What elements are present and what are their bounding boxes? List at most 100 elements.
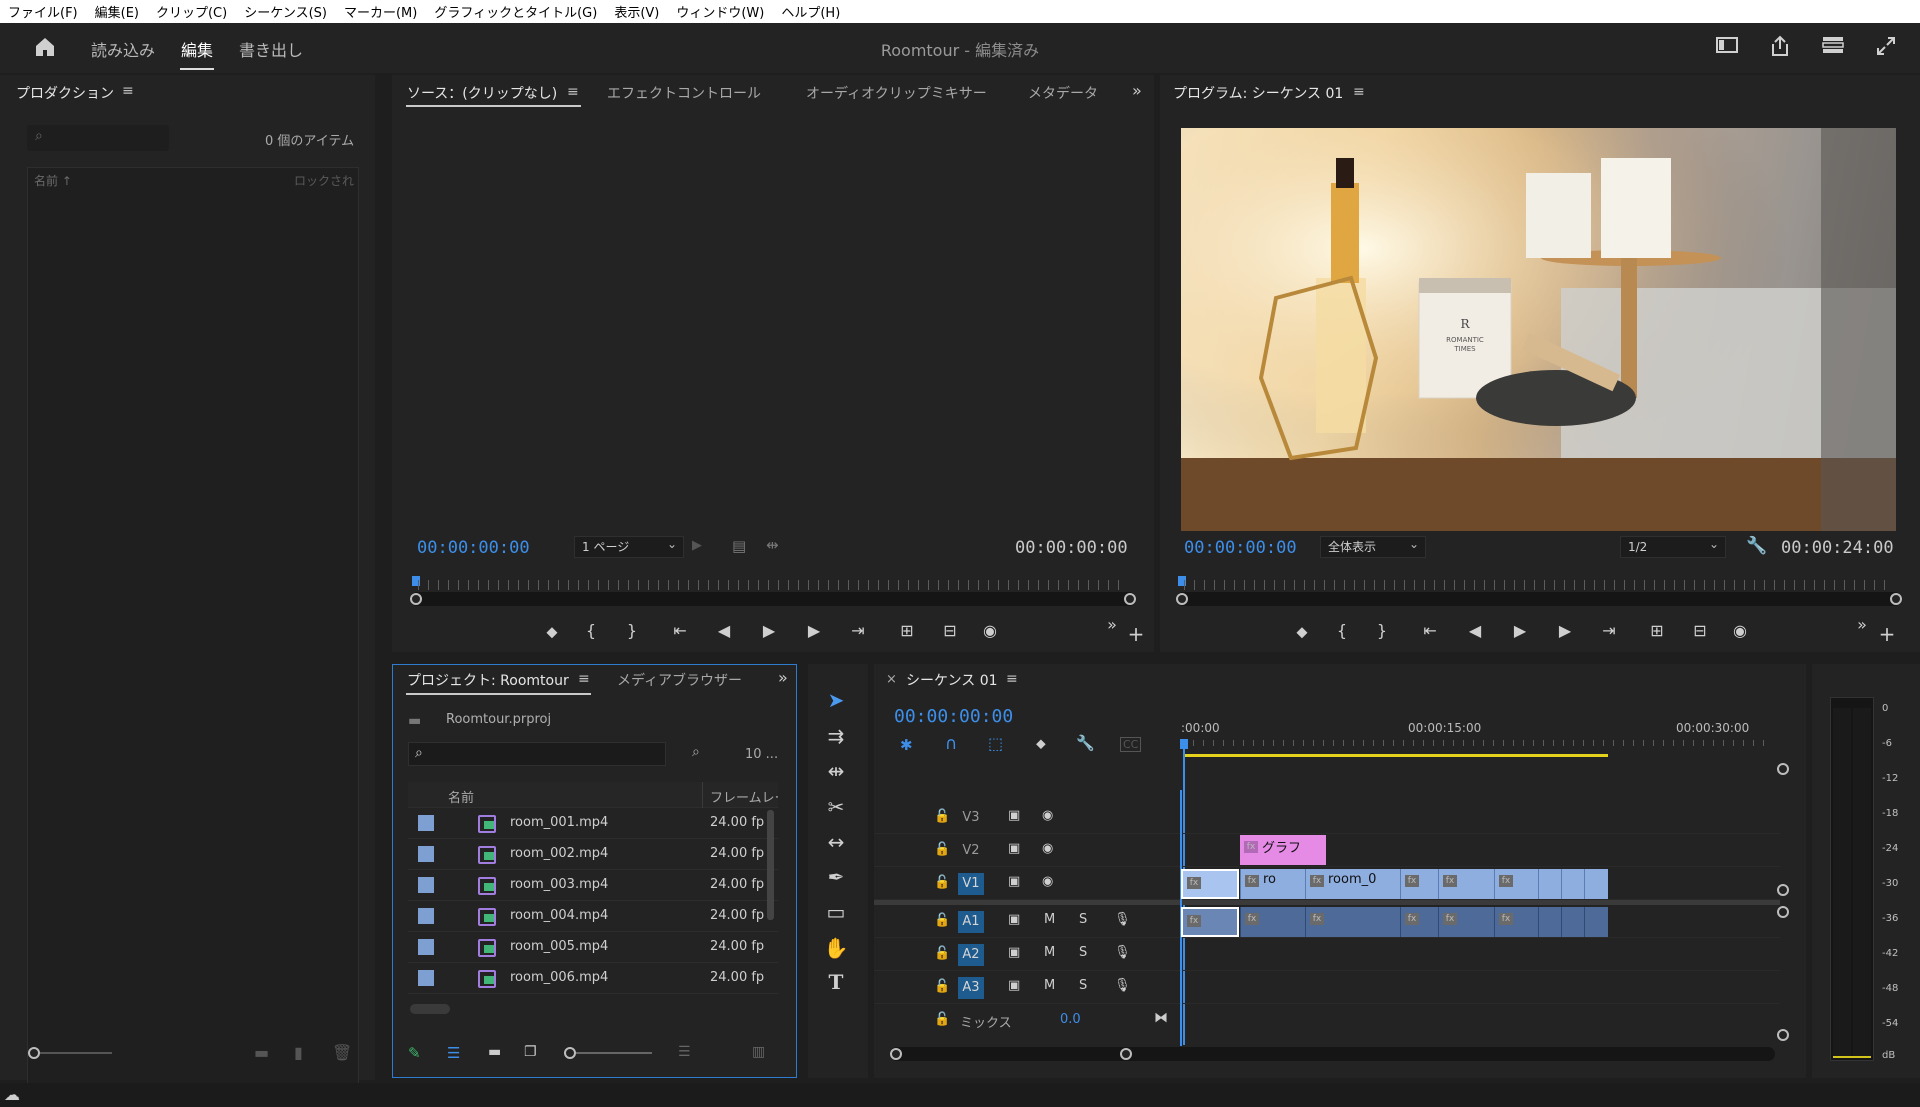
sequence-menu-icon[interactable]: ≡	[1006, 671, 1018, 687]
sync-lock-icon[interactable]: ▣	[1008, 945, 1020, 960]
zoom-slider-track[interactable]	[40, 1052, 112, 1054]
project-horizontal-scrollbar[interactable]	[410, 1004, 450, 1014]
program-lift-icon[interactable]: ⊞	[1645, 621, 1669, 640]
snap-magnet-icon[interactable]: ∩	[945, 734, 957, 754]
source-drag-icon[interactable]: ⇹	[766, 536, 779, 554]
find-icon[interactable]: ⌕	[692, 744, 700, 760]
audio-clip[interactable]: fx	[1305, 907, 1400, 937]
source-add-marker-icon[interactable]: ⬥	[540, 622, 564, 642]
workspaces-icon[interactable]	[1820, 35, 1846, 61]
program-extract-icon[interactable]: ⊟	[1688, 621, 1712, 640]
program-add-button-icon[interactable]: +	[1875, 622, 1899, 646]
audio-clip[interactable]: fx	[1400, 907, 1438, 937]
track-label-v1[interactable]: V1	[958, 873, 984, 895]
sync-lock-icon[interactable]: ▣	[1008, 874, 1020, 889]
audio-clip[interactable]	[1584, 907, 1608, 937]
more-tabs-icon[interactable]: »	[1132, 81, 1142, 100]
lock-icon[interactable]: 🔓	[934, 842, 950, 857]
program-more-controls-icon[interactable]: »	[1850, 615, 1874, 634]
slip-tool-icon[interactable]: ↔	[822, 828, 850, 856]
video-clip[interactable]: fx	[1438, 869, 1494, 899]
program-step-forward-icon[interactable]: ▶	[1553, 621, 1577, 640]
project-col-name[interactable]: 名前	[448, 787, 474, 806]
track-select-tool-icon[interactable]: ⇉	[822, 722, 850, 750]
audio-scroll-top-knob[interactable]	[1777, 906, 1789, 918]
list-item[interactable]: room_004.mp4 24.00 fp	[408, 901, 778, 932]
program-time-ruler[interactable]	[1184, 580, 1894, 590]
pen-tool-icon[interactable]: ✒	[822, 863, 850, 891]
source-menu-icon[interactable]: ≡	[567, 84, 579, 100]
list-view-icon[interactable]: ☰	[447, 1044, 460, 1062]
sequence-tab[interactable]: シーケンス 01	[906, 670, 998, 690]
item-checkbox[interactable]	[418, 846, 434, 862]
audio-clip[interactable]: fx	[1438, 907, 1494, 937]
menu-edit[interactable]: 編集(E)	[87, 2, 148, 21]
linked-selection-icon[interactable]: ⬚	[988, 734, 1003, 753]
track-label-a2[interactable]: A2	[958, 944, 984, 966]
production-menu-icon[interactable]: ≡	[122, 83, 134, 99]
audio-clip[interactable]: fx	[1494, 907, 1538, 937]
mic-icon[interactable]: 🎙	[1114, 945, 1131, 960]
creative-cloud-icon[interactable]: ☁	[4, 1085, 20, 1104]
program-step-back-icon[interactable]: ◀	[1463, 621, 1487, 640]
source-zoom-right-knob[interactable]	[1124, 593, 1136, 605]
nest-icon[interactable]: ✱	[900, 736, 913, 754]
timeline-settings-icon[interactable]: 🔧	[1076, 734, 1095, 752]
solo-button[interactable]: S	[1079, 978, 1087, 993]
timeline-zoom-right-knob[interactable]	[1120, 1048, 1132, 1060]
program-zoom-left-knob[interactable]	[1176, 593, 1188, 605]
source-zoom-left-knob[interactable]	[410, 593, 422, 605]
menu-help[interactable]: ヘルプ(H)	[773, 2, 849, 21]
list-item[interactable]: room_002.mp4 24.00 fp	[408, 839, 778, 870]
program-mark-in-icon[interactable]: {	[1330, 621, 1354, 640]
mic-icon[interactable]: 🎙	[1114, 912, 1131, 927]
list-item[interactable]: room_006.mp4 24.00 fp	[408, 963, 778, 994]
menu-window[interactable]: ウィンドウ(W)	[668, 2, 773, 21]
video-clip[interactable]: fx ro	[1240, 869, 1305, 899]
source-zoom-bar[interactable]	[410, 592, 1136, 606]
mute-button[interactable]: M	[1044, 978, 1055, 993]
col-name-header[interactable]: 名前 ↑	[34, 172, 72, 189]
item-checkbox[interactable]	[418, 939, 434, 955]
sort-icon[interactable]: ☰	[678, 1044, 691, 1060]
track-label-a3[interactable]: A3	[958, 977, 984, 999]
source-time-ruler[interactable]	[418, 580, 1128, 590]
item-checkbox[interactable]	[418, 815, 434, 831]
eye-icon[interactable]: ◉	[1042, 841, 1053, 856]
source-page-dropdown[interactable]: 1 ページ	[574, 534, 684, 558]
track-label-a1[interactable]: A1	[958, 911, 984, 933]
source-timecode[interactable]: 00:00:00:00	[417, 538, 530, 558]
source-step-back-icon[interactable]: ◀	[712, 621, 736, 640]
audio-clip[interactable]	[1561, 907, 1584, 937]
source-mark-in-icon[interactable]: {	[579, 621, 603, 640]
video-clip[interactable]: fx	[1400, 869, 1438, 899]
lock-icon[interactable]: 🔓	[934, 913, 950, 928]
source-overwrite-icon[interactable]: ⊟	[938, 621, 962, 640]
track-label-v3[interactable]: V3	[958, 807, 984, 829]
production-title[interactable]: プロダクション	[16, 83, 114, 103]
tab-metadata[interactable]: メタデータ	[1028, 83, 1098, 103]
menu-view[interactable]: 表示(V)	[606, 2, 668, 21]
menu-marker[interactable]: マーカー(M)	[336, 2, 426, 21]
timeline-zoom-left-knob[interactable]	[890, 1048, 902, 1060]
project-more-tabs-icon[interactable]: »	[778, 668, 788, 687]
new-item-icon[interactable]: ▮	[294, 1043, 303, 1062]
solo-button[interactable]: S	[1079, 945, 1087, 960]
graphic-clip[interactable]: fx グラフ	[1240, 835, 1326, 865]
program-zoom-right-knob[interactable]	[1890, 593, 1902, 605]
source-insert-icon[interactable]: ⊞	[895, 621, 919, 640]
program-play-icon[interactable]: ▶	[1508, 621, 1532, 640]
source-play-small-icon[interactable]: ▶	[692, 538, 702, 553]
program-mark-out-icon[interactable]: }	[1370, 621, 1394, 640]
captions-icon[interactable]: CC	[1120, 737, 1142, 752]
program-add-marker-icon[interactable]: ⬥	[1290, 622, 1314, 642]
video-clip[interactable]	[1584, 869, 1608, 899]
sync-lock-icon[interactable]: ▣	[1008, 841, 1020, 856]
project-menu-icon[interactable]: ≡	[578, 671, 590, 687]
project-search-input[interactable]: ⌕	[408, 742, 666, 766]
program-timecode[interactable]: 00:00:00:00	[1184, 538, 1297, 558]
program-export-frame-icon[interactable]: ◉	[1728, 621, 1752, 640]
lock-icon[interactable]: 🔓	[934, 875, 950, 890]
video-clip[interactable]	[1538, 869, 1561, 899]
automate-icon[interactable]: ▥	[752, 1044, 765, 1060]
